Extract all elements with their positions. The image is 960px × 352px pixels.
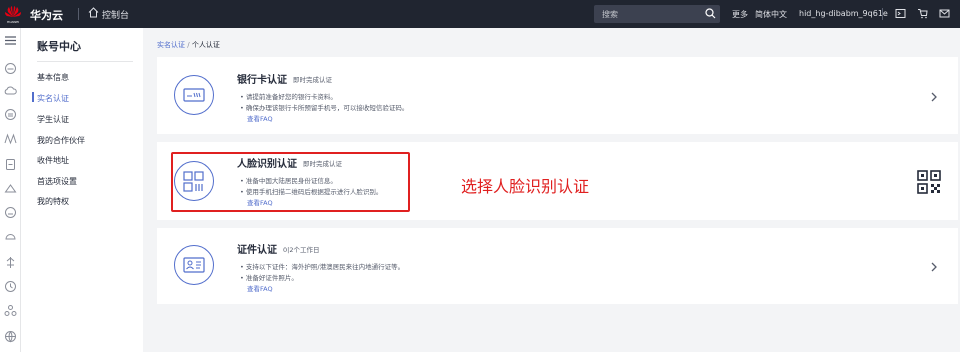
breadcrumb-current: 个人认证 xyxy=(191,41,220,49)
search-box[interactable]: 搜索 xyxy=(594,5,720,23)
sidebar-item-preferences[interactable]: 首选项设置 xyxy=(37,176,77,187)
sidebar-item-privileges[interactable]: 我的特权 xyxy=(37,196,69,207)
hierarchy-icon[interactable] xyxy=(4,304,17,317)
huawei-logo[interactable]: HUAWEI xyxy=(4,4,22,24)
console-link[interactable]: 控制台 xyxy=(102,8,129,21)
sidebar-item-student-auth[interactable]: 学生认证 xyxy=(37,114,69,125)
security-icon[interactable] xyxy=(4,182,17,195)
id-document-icon xyxy=(174,245,214,285)
card-subtitle: 即时完成认证 xyxy=(293,76,332,84)
active-indicator xyxy=(32,92,34,102)
card-bullet: • 支持以下证件：海外护照/港澳居民来往内地通行证等。 xyxy=(240,263,405,271)
card-bullet: • 准备好证件照片。 xyxy=(240,274,298,282)
svg-text:HUAWEI: HUAWEI xyxy=(7,20,19,24)
breadcrumb-separator: / xyxy=(187,41,190,49)
card-bullet: • 请提前准备好您的银行卡资料。 xyxy=(240,93,337,101)
divider xyxy=(78,8,79,20)
sidebar-item-shipping-address[interactable]: 收件地址 xyxy=(37,155,69,166)
card-subtitle: 0|2个工作日 xyxy=(283,246,320,254)
search-icon[interactable] xyxy=(705,8,716,19)
cdn-icon[interactable] xyxy=(4,206,17,219)
highlight-box xyxy=(171,152,410,212)
menu-icon[interactable] xyxy=(4,34,17,47)
database-icon[interactable] xyxy=(4,108,17,121)
faq-link[interactable]: 查看FAQ xyxy=(247,283,273,293)
divider xyxy=(882,8,883,20)
brand-name[interactable]: 华为云 xyxy=(30,7,63,23)
card-title: 银行卡认证 xyxy=(237,75,287,86)
qr-code-icon[interactable] xyxy=(917,170,941,194)
home-icon[interactable] xyxy=(88,7,99,18)
bank-card-icon xyxy=(174,75,214,115)
deploy-icon[interactable] xyxy=(4,256,17,269)
storage-icon[interactable] xyxy=(4,158,17,171)
globe-icon[interactable] xyxy=(4,330,17,343)
service-icon-rail xyxy=(0,28,21,352)
terminal-icon[interactable] xyxy=(895,8,906,19)
id-document-auth-card[interactable]: 证件认证 0|2个工作日 • 支持以下证件：海外护照/港澳居民来往内地通行证等。… xyxy=(157,228,958,304)
analytics-icon[interactable] xyxy=(4,280,17,293)
mail-icon[interactable] xyxy=(939,8,950,19)
cloud-icon[interactable] xyxy=(4,84,17,97)
cloud-server-icon[interactable] xyxy=(4,62,17,75)
divider xyxy=(37,61,133,62)
card-bullet: • 确保办理该银行卡所预留手机号，可以接收短信验证码。 xyxy=(240,104,409,112)
chevron-right-icon[interactable] xyxy=(930,92,938,102)
sidebar-title: 账号中心 xyxy=(37,40,81,53)
faq-link[interactable]: 查看FAQ xyxy=(247,113,273,123)
sidebar-item-partners[interactable]: 我的合作伙伴 xyxy=(37,135,85,146)
language-switch[interactable]: 简体中文 xyxy=(755,9,787,20)
card-title: 证件认证 xyxy=(237,245,277,256)
cart-icon[interactable] xyxy=(917,8,928,19)
sidebar-item-basic-info[interactable]: 基本信息 xyxy=(37,72,69,83)
bank-card-auth-card[interactable]: 银行卡认证 即时完成认证 • 请提前准备好您的银行卡资料。 • 确保办理该银行卡… xyxy=(157,57,958,134)
breadcrumb: 实名认证 / 个人认证 xyxy=(157,40,220,50)
breadcrumb-parent[interactable]: 实名认证 xyxy=(157,41,185,49)
account-sidebar: 账号中心 基本信息 实名认证 学生认证 我的合作伙伴 收件地址 首选项设置 我的… xyxy=(21,28,143,352)
search-input[interactable]: 搜索 xyxy=(602,9,618,20)
top-navigation-bar: HUAWEI 华为云 控制台 搜索 更多 简体中文 hid_hg-dibabm_… xyxy=(0,0,960,28)
network-icon[interactable] xyxy=(4,132,17,145)
chevron-right-icon[interactable] xyxy=(930,262,938,272)
monitor-icon[interactable] xyxy=(4,230,17,243)
sidebar-item-real-name-auth[interactable]: 实名认证 xyxy=(37,93,69,104)
annotation-text: 选择人脸识别认证 xyxy=(461,177,590,196)
username-menu[interactable]: hid_hg-dibabm_9q61e xyxy=(799,9,888,18)
more-menu[interactable]: 更多 xyxy=(732,9,748,20)
